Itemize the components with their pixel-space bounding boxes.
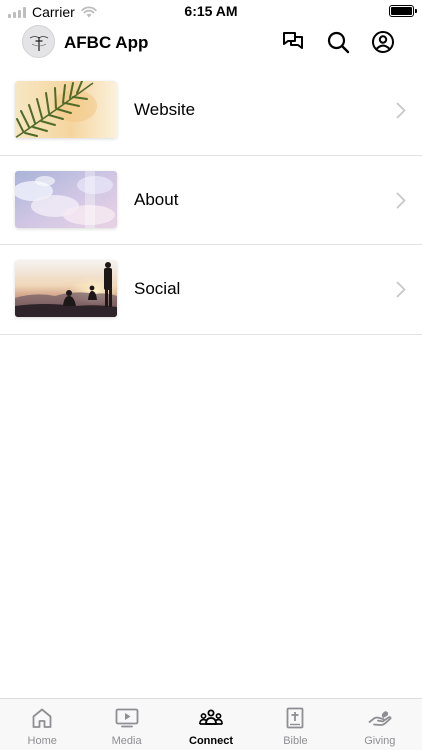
app-logo[interactable] [22, 25, 55, 58]
tab-label: Giving [364, 735, 396, 747]
tab-label: Bible [283, 735, 308, 747]
search-icon[interactable] [326, 30, 350, 54]
tab-label: Connect [189, 735, 234, 747]
chevron-right-icon [396, 192, 406, 208]
tab-label: Home [27, 735, 57, 747]
list-item-label: Social [134, 279, 181, 298]
chevron-right-icon [396, 102, 406, 119]
giving-hand-icon [368, 711, 392, 726]
connect-list: Website About Social [0, 66, 422, 335]
clouds-sky-image [15, 170, 117, 228]
status-bar: Carrier 6:15 AM [0, 0, 422, 22]
logo-cross-icon [29, 35, 48, 51]
tab-giving[interactable]: Giving [338, 699, 422, 750]
tab-label: Media [111, 735, 142, 747]
list-item-label: Website [134, 100, 196, 119]
status-time: 6:15 AM [184, 3, 238, 19]
tab-connect[interactable]: Connect [169, 699, 253, 750]
chevron-right-icon [396, 281, 406, 298]
tab-media[interactable]: Media [84, 699, 168, 750]
battery-icon [389, 5, 417, 17]
sunset-people-image [15, 260, 117, 317]
home-icon [32, 708, 52, 728]
list-item-social[interactable]: Social [0, 245, 422, 335]
play-tv-icon [115, 708, 139, 728]
palm-leaf-image [15, 81, 117, 138]
chat-icon[interactable] [281, 30, 305, 54]
profile-icon[interactable] [371, 30, 395, 54]
tab-bar: Home Media Connect Bible Giving [0, 698, 422, 750]
bible-book-icon [287, 707, 304, 729]
app-header: AFBC App [0, 25, 422, 63]
app-title: AFBC App [64, 33, 149, 52]
people-group-icon [199, 709, 224, 725]
list-item-label: About [134, 189, 179, 209]
list-item-about[interactable]: About [0, 156, 422, 245]
tab-bible[interactable]: Bible [253, 699, 337, 750]
tab-home[interactable]: Home [0, 699, 84, 750]
list-item-website[interactable]: Website [0, 66, 422, 156]
